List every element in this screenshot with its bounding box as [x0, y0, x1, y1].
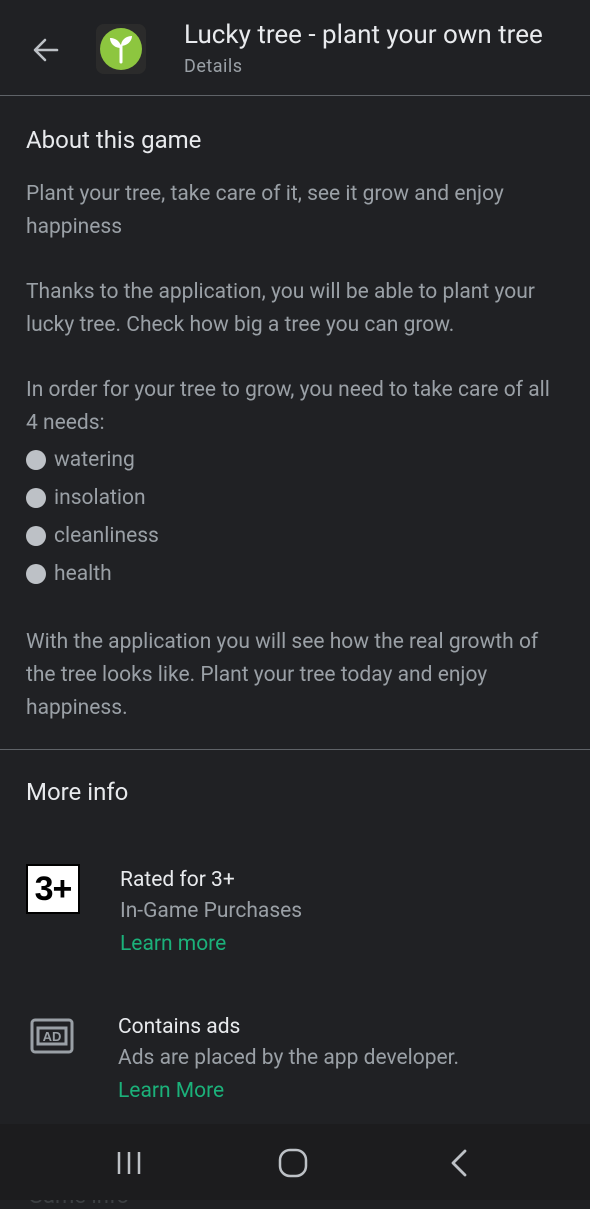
- rating-badge-text: 3+: [34, 869, 73, 908]
- rating-3-plus-icon: 3+: [26, 864, 80, 914]
- nav-back-icon: [451, 1149, 467, 1177]
- home-button[interactable]: [276, 1146, 310, 1180]
- ads-learn-more-link[interactable]: Learn More: [118, 1079, 224, 1103]
- need-item: cleanliness: [26, 524, 159, 548]
- ad-badge-icon: AD: [30, 1018, 74, 1054]
- need-item: insolation: [26, 486, 146, 510]
- rating-title: Rated for 3+: [120, 868, 235, 892]
- bullet-dot-icon: [26, 450, 46, 470]
- home-icon: [278, 1148, 308, 1178]
- need-label: watering: [54, 448, 135, 472]
- bullet-dot-icon: [26, 526, 46, 546]
- ad-badge-text: AD: [43, 1029, 62, 1044]
- ads-title: Contains ads: [118, 1015, 241, 1039]
- app-header: Lucky tree - plant your own tree Details: [0, 0, 590, 96]
- need-label: insolation: [54, 486, 146, 510]
- need-label: health: [54, 562, 112, 586]
- back-button[interactable]: [30, 34, 62, 66]
- rating-learn-more-link[interactable]: Learn more: [120, 932, 226, 956]
- need-item: watering: [26, 448, 135, 472]
- about-heading: About this game: [26, 126, 202, 154]
- about-paragraph-3: In order for your tree to grow, you need…: [26, 378, 550, 435]
- more-info-heading: More info: [26, 778, 129, 806]
- need-label: cleanliness: [54, 524, 159, 548]
- nav-back-button[interactable]: [444, 1146, 478, 1180]
- bullet-dot-icon: [26, 564, 46, 584]
- recents-button[interactable]: [112, 1146, 146, 1180]
- about-paragraph-1: Plant your tree, take care of it, see it…: [26, 182, 504, 239]
- about-paragraph-4: With the application you will see how th…: [26, 630, 539, 720]
- bullet-dot-icon: [26, 488, 46, 508]
- app-icon: [96, 24, 146, 74]
- need-item: health: [26, 562, 112, 586]
- ads-subtitle: Ads are placed by the app developer.: [118, 1046, 460, 1070]
- app-title: Lucky tree - plant your own tree: [184, 20, 543, 50]
- ads-icon: AD: [30, 1018, 74, 1058]
- system-nav-bar: [0, 1124, 590, 1200]
- page-subtitle: Details: [184, 56, 243, 77]
- rating-subtitle: In-Game Purchases: [120, 899, 303, 923]
- sprout-logo: [96, 24, 146, 74]
- about-paragraph-2: Thanks to the application, you will be a…: [26, 280, 535, 337]
- arrow-left-icon: [33, 38, 59, 62]
- section-divider: [0, 749, 590, 750]
- recents-icon: [117, 1152, 141, 1174]
